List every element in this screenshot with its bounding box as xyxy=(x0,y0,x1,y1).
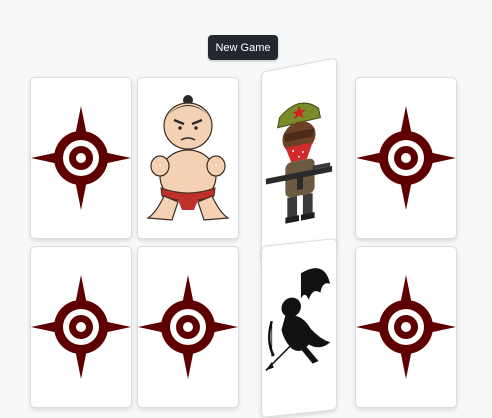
card-face-down[interactable] xyxy=(30,246,132,408)
card-face-up-cupid[interactable] xyxy=(261,238,337,418)
card-face-down[interactable] xyxy=(137,246,239,408)
soldier-with-rifle-icon xyxy=(265,102,333,224)
crosshair-icon xyxy=(31,275,131,379)
crosshair-icon xyxy=(356,275,456,379)
crosshair-icon xyxy=(356,106,456,210)
card-face-down[interactable] xyxy=(30,77,132,239)
crosshair-icon xyxy=(31,106,131,210)
card-face-up-sumo[interactable] xyxy=(137,77,239,239)
cupid-icon xyxy=(265,268,331,371)
sumo-wrestler-icon xyxy=(146,95,230,221)
crosshair-icon xyxy=(138,275,238,379)
card-face-down[interactable] xyxy=(355,77,457,239)
card-face-up-soldier[interactable] xyxy=(261,57,337,262)
card-grid xyxy=(0,0,492,418)
card-face-down[interactable] xyxy=(355,246,457,408)
